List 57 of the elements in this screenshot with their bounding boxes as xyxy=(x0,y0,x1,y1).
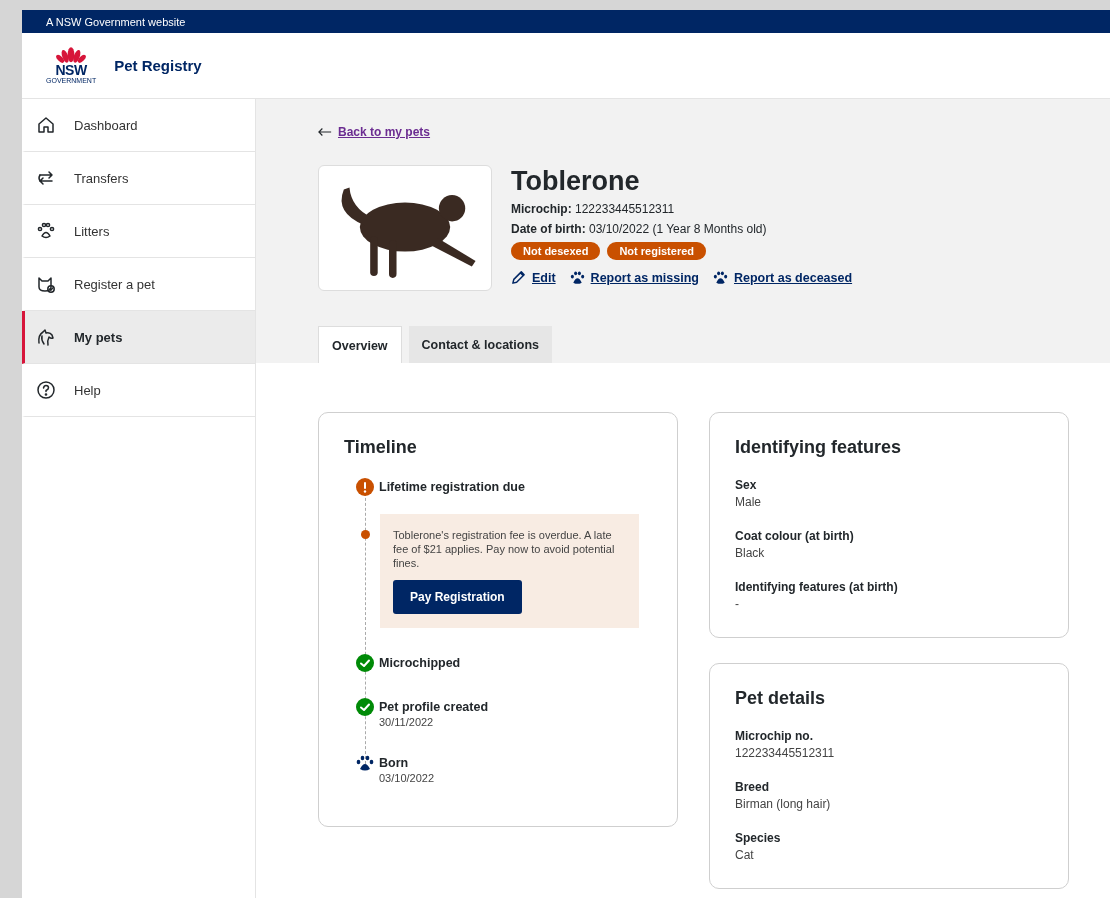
microchip-text: Microchip: 122233445512311 xyxy=(511,202,676,216)
field-value: Cat xyxy=(735,848,755,862)
check-icon xyxy=(356,654,374,672)
field-label: Identifying features (at birth) xyxy=(735,580,899,594)
timeline-event-title: Born xyxy=(379,755,410,772)
transfer-icon xyxy=(36,168,56,188)
government-bar-text: A NSW Government website xyxy=(46,15,186,28)
field-label: Microchip no. xyxy=(735,729,814,743)
field-value: Birman (long hair) xyxy=(735,797,832,811)
date-of-birth-text: Date of birth: 03/10/2022 (1 Year 8 Months old) xyxy=(511,222,768,236)
logo-text: NSW xyxy=(55,63,87,77)
sidebar-item[interactable]: Transfers xyxy=(22,152,255,205)
field-label: Species xyxy=(735,831,782,845)
sidebar-item[interactable]: Litters xyxy=(22,205,255,258)
sidebar-item[interactable]: Help xyxy=(22,364,255,417)
field-value: Black xyxy=(735,546,766,560)
timeline-event-date: 30/11/2022 xyxy=(379,716,435,728)
timeline-event-title: Lifetime registration due xyxy=(379,479,525,496)
field-label: Coat colour (at birth) xyxy=(735,529,855,543)
help-icon xyxy=(36,380,56,400)
notice-text: Toblerone's registration fee is overdue. A late fee of $21 applies. Pay now to avoid potential fines. xyxy=(393,528,616,570)
warning-icon xyxy=(356,478,374,496)
field-label: Sex xyxy=(735,478,758,492)
action-link[interactable]: Report as missing xyxy=(590,270,699,285)
paw-icon xyxy=(713,270,728,285)
cat-icon xyxy=(36,274,56,294)
timeline-event-date: 03/10/2022 xyxy=(379,772,435,784)
field-value: Male xyxy=(735,495,762,509)
action-link[interactable]: Report as deceased xyxy=(734,270,853,285)
timeline-event-title: Microchipped xyxy=(379,655,461,672)
pay-registration-button[interactable]: Pay Registration xyxy=(393,580,522,614)
status-badge: Not desexed xyxy=(511,242,601,260)
paw-icon xyxy=(356,754,374,772)
sidebar-item[interactable]: Dashboard xyxy=(22,99,255,152)
back-arrow-icon xyxy=(318,127,332,137)
app-title: Pet Registry xyxy=(114,57,202,74)
status-badge: Not registered xyxy=(607,242,706,260)
home-icon xyxy=(36,115,56,135)
card-title: Identifying features xyxy=(735,437,903,458)
field-value: - xyxy=(735,597,740,611)
pencil-icon xyxy=(511,270,526,285)
tab[interactable]: Contact & locations xyxy=(408,326,552,363)
field-value: 122233445512311 xyxy=(735,746,836,760)
sidebar-item[interactable]: My pets xyxy=(22,311,255,364)
paw-icon xyxy=(569,270,585,285)
action-link[interactable]: Edit xyxy=(532,270,556,285)
check-icon xyxy=(356,698,374,716)
card-title: Pet details xyxy=(735,688,827,709)
field-label: Breed xyxy=(735,780,770,794)
tab[interactable]: Overview xyxy=(318,326,402,363)
timeline-dot-icon xyxy=(361,530,370,539)
paw-prints-icon xyxy=(36,221,56,241)
pet-name: Toblerone xyxy=(511,165,641,197)
card-title: Timeline xyxy=(344,437,418,458)
waratah-icon xyxy=(56,46,87,64)
timeline-event-title: Pet profile created xyxy=(379,699,489,716)
back-link[interactable]: Back to my pets xyxy=(338,125,431,139)
